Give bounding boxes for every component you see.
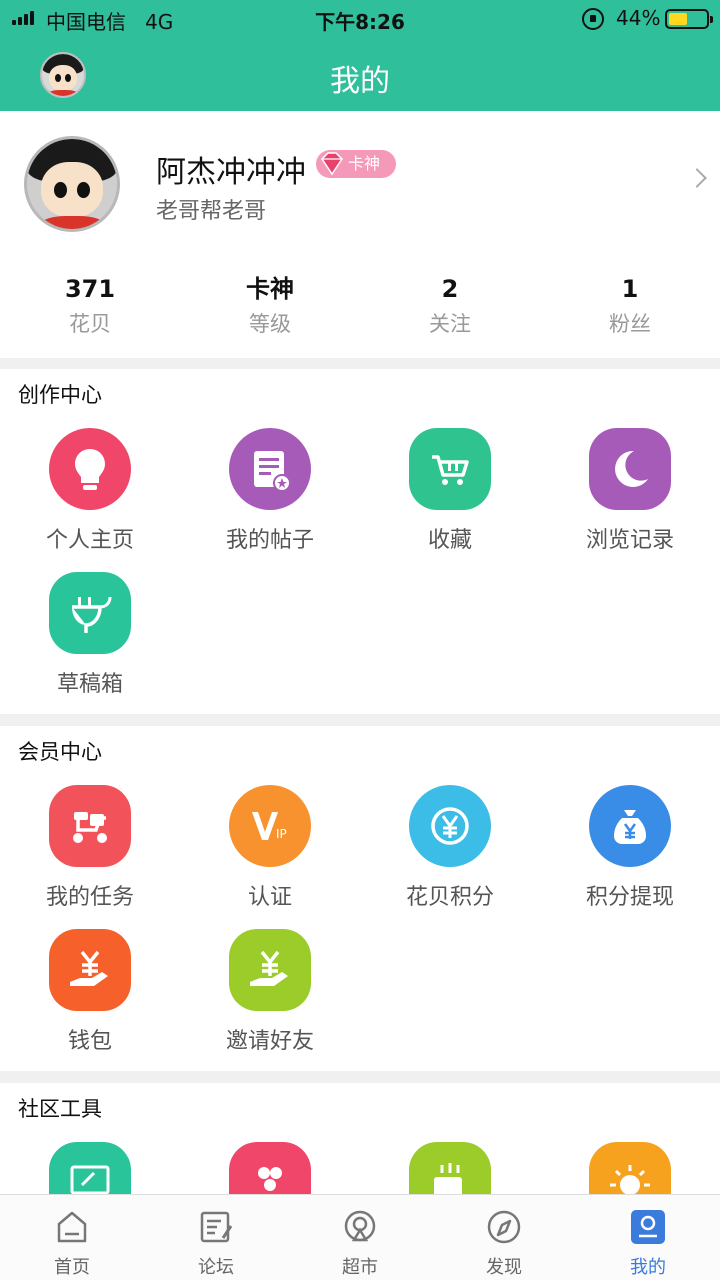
plug-icon xyxy=(49,572,131,654)
lightbulb-icon xyxy=(49,428,131,510)
svg-text:IP: IP xyxy=(276,827,287,841)
stats-row: 371 花贝 卡神 等级 2 关注 1 粉丝 xyxy=(0,271,720,341)
tab-market[interactable]: 超市 xyxy=(288,1195,432,1280)
profile-subtitle: 老哥帮老哥 xyxy=(156,199,267,224)
verification-button[interactable]: IP 认证 xyxy=(180,785,360,911)
my-posts-button[interactable]: 我的帖子 xyxy=(180,428,360,554)
section-title: 创作中心 xyxy=(18,383,102,407)
status-bar: 中国电信 4G 下午8:26 44% xyxy=(0,0,720,36)
avatar[interactable] xyxy=(24,136,120,232)
section-title: 会员中心 xyxy=(18,740,102,764)
yen-hand-icon xyxy=(49,929,131,1011)
post-document-icon xyxy=(229,428,311,510)
username: 阿杰冲冲冲 xyxy=(156,155,306,190)
profile-card[interactable]: 阿杰冲冲冲 卡神 老哥帮老哥 371 花贝 卡神 等级 2 关注 1 粉丝 xyxy=(0,111,720,358)
tool-item-3[interactable] xyxy=(360,1142,540,1194)
coffee-cup-icon xyxy=(409,1142,491,1194)
page-title: 我的 xyxy=(330,64,390,99)
tool-item-1[interactable] xyxy=(0,1142,180,1194)
creation-center-section: 创作中心 个人主页 我的帖子 收藏 浏览记录 草稿箱 xyxy=(0,369,720,714)
personal-homepage-button[interactable]: 个人主页 xyxy=(0,428,180,554)
chevron-right-icon[interactable] xyxy=(687,168,707,188)
member-center-section: 会员中心 我的任务 IP 认证 花贝积分 积分提现 钱包 邀请好友 xyxy=(0,726,720,1071)
invite-friends-button[interactable]: 邀请好友 xyxy=(180,929,360,1055)
my-tasks-button[interactable]: 我的任务 xyxy=(0,785,180,911)
sun-icon xyxy=(589,1142,671,1194)
board-icon xyxy=(49,1142,131,1194)
tab-forum[interactable]: 论坛 xyxy=(144,1195,288,1280)
yen-hand-icon xyxy=(229,929,311,1011)
tool-item-4[interactable] xyxy=(540,1142,720,1194)
top-bar: 中国电信 4G 下午8:26 44% 我的 xyxy=(0,0,720,111)
section-title: 社区工具 xyxy=(18,1097,102,1121)
home-icon xyxy=(52,1207,92,1247)
tab-mine[interactable]: 我的 xyxy=(576,1195,720,1280)
points-withdraw-button[interactable]: 积分提现 xyxy=(540,785,720,911)
yen-circle-icon xyxy=(409,785,491,867)
shopping-cart-icon xyxy=(409,428,491,510)
compass-icon xyxy=(484,1207,524,1247)
money-bag-icon xyxy=(589,785,671,867)
stat-level[interactable]: 卡神 等级 xyxy=(180,271,360,341)
browse-history-button[interactable]: 浏览记录 xyxy=(540,428,720,554)
stat-following[interactable]: 2 关注 xyxy=(360,271,540,341)
huabei-points-button[interactable]: 花贝积分 xyxy=(360,785,540,911)
profile-icon xyxy=(628,1207,668,1247)
stat-fans[interactable]: 1 粉丝 xyxy=(540,271,720,341)
rotation-lock-icon xyxy=(582,8,604,30)
status-time: 下午8:26 xyxy=(315,10,405,34)
tab-discover[interactable]: 发现 xyxy=(432,1195,576,1280)
favorites-button[interactable]: 收藏 xyxy=(360,428,540,554)
tab-bar: 首页 论坛 超市 发现 我的 xyxy=(0,1194,720,1280)
forum-icon xyxy=(196,1207,236,1247)
tool-item-2[interactable] xyxy=(180,1142,360,1194)
wallet-button[interactable]: 钱包 xyxy=(0,929,180,1055)
scooter-icon xyxy=(49,785,131,867)
drafts-button[interactable]: 草稿箱 xyxy=(0,572,180,698)
market-icon xyxy=(340,1207,380,1247)
skewer-icon xyxy=(229,1142,311,1194)
battery-icon xyxy=(665,9,713,29)
moon-icon xyxy=(589,428,671,510)
tab-home[interactable]: 首页 xyxy=(0,1195,144,1280)
vip-icon: IP xyxy=(229,785,311,867)
stat-huabei[interactable]: 371 花贝 xyxy=(0,271,180,341)
level-badge: 卡神 xyxy=(316,150,396,178)
community-tools-section: 社区工具 xyxy=(0,1083,720,1194)
battery-percent: 44% xyxy=(616,6,661,30)
diamond-icon xyxy=(321,152,343,176)
